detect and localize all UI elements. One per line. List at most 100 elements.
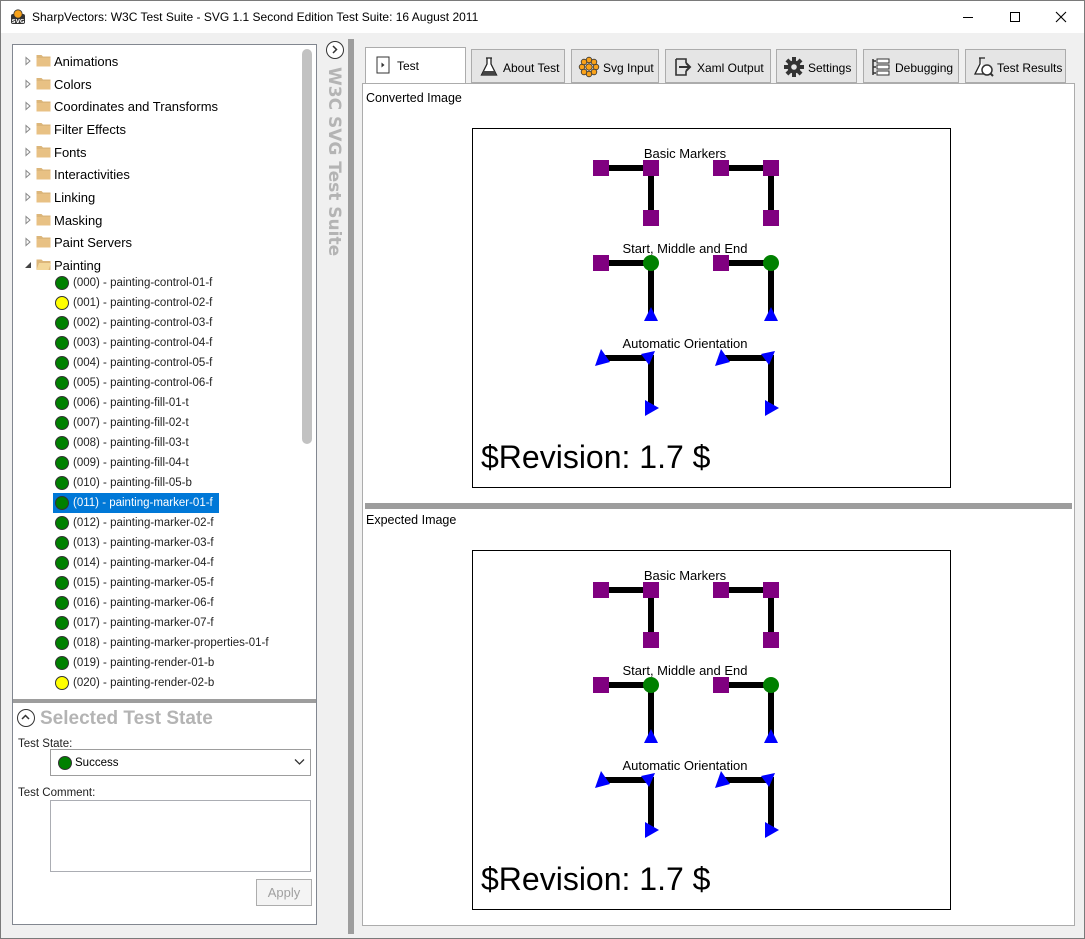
- tree-test-item[interactable]: (012) - painting-marker-02-f: [53, 513, 220, 533]
- status-green-icon: [55, 576, 69, 590]
- collapsed-arrow-icon[interactable]: [23, 146, 33, 157]
- collapsed-arrow-icon[interactable]: [23, 192, 33, 202]
- tree-test-item[interactable]: (016) - painting-marker-06-f: [53, 593, 220, 613]
- status-green-icon: [55, 316, 69, 330]
- apply-button[interactable]: Apply: [256, 879, 312, 906]
- tree-folder[interactable]: Filter Effects: [13, 118, 299, 140]
- collapse-state-button[interactable]: [17, 709, 35, 727]
- marker-path: [601, 777, 654, 830]
- tree-test-item[interactable]: (018) - painting-marker-properties-01-f: [53, 633, 275, 653]
- tree-test-label: (005) - painting-control-06-f: [73, 377, 213, 389]
- main-splitter[interactable]: [348, 39, 354, 934]
- tab-svg-input[interactable]: Svg Input: [571, 49, 659, 83]
- svg-logo-icon: [578, 56, 600, 78]
- close-button[interactable]: [1038, 1, 1084, 33]
- tree-folder[interactable]: Animations: [13, 50, 299, 72]
- tree-scrollbar[interactable]: [300, 45, 316, 696]
- marker-square: [593, 160, 609, 176]
- tree-scrollbar-thumb[interactable]: [302, 49, 312, 444]
- status-green-icon: [55, 556, 69, 570]
- tree-test-item[interactable]: (007) - painting-fill-02-t: [53, 413, 195, 433]
- tab-label: Test: [397, 59, 420, 73]
- collapsed-arrow-icon[interactable]: [23, 214, 33, 225]
- tree-test-item[interactable]: (003) - painting-control-04-f: [53, 333, 218, 353]
- marker-square: [713, 582, 729, 598]
- tab-debugging[interactable]: Debugging: [863, 49, 959, 83]
- collapsed-arrow-icon[interactable]: [23, 56, 33, 66]
- tree-test-item[interactable]: (017) - painting-marker-07-f: [53, 613, 220, 633]
- image-splitter[interactable]: [365, 503, 1072, 509]
- tree-test-item[interactable]: (010) - painting-fill-05-b: [53, 473, 198, 493]
- collapsed-arrow-icon[interactable]: [23, 124, 33, 134]
- row-label: Basic Markers: [644, 146, 727, 161]
- tree-test-label: (002) - painting-control-03-f: [73, 317, 213, 329]
- tree-folder-label: Animations: [54, 54, 119, 69]
- tree-test-label: (003) - painting-control-04-f: [73, 337, 213, 349]
- expanded-arrow-icon[interactable]: [23, 260, 33, 270]
- tree-folder[interactable]: Paint Servers: [13, 231, 299, 253]
- svg-text:SVG: SVG: [12, 19, 25, 25]
- tab-label: Test Results: [997, 61, 1063, 75]
- tab-test[interactable]: Test: [365, 47, 466, 84]
- test-comment-field[interactable]: [50, 800, 311, 872]
- tab-label: Xaml Output: [697, 61, 764, 75]
- tree-test-item[interactable]: (020) - painting-render-02-b: [53, 673, 220, 693]
- tree-test-item-selected[interactable]: (011) - painting-marker-01-f: [53, 493, 219, 513]
- tree-test-item[interactable]: (002) - painting-control-03-f: [53, 313, 218, 333]
- test-state-select[interactable]: Success: [50, 749, 311, 776]
- tree-test-item[interactable]: (019) - painting-render-01-b: [53, 653, 220, 673]
- selected-test-state-panel: Selected Test State Test State: Success …: [13, 703, 316, 924]
- revision-text: $Revision: 1.7 $: [481, 861, 711, 897]
- tree-test-item[interactable]: (004) - painting-control-05-f: [53, 353, 218, 373]
- tree-test-item[interactable]: (001) - painting-control-02-f: [53, 293, 218, 313]
- tree-test-item[interactable]: (013) - painting-marker-03-f: [53, 533, 220, 553]
- tree-test-item[interactable]: (015) - painting-marker-05-f: [53, 573, 220, 593]
- toggle-panel-button[interactable]: [326, 41, 344, 59]
- tab-about-test[interactable]: About Test: [471, 49, 565, 83]
- collapsed-arrow-icon[interactable]: [23, 237, 33, 247]
- marker-square: [643, 210, 659, 226]
- tree-folder[interactable]: Masking: [13, 209, 299, 231]
- status-green-icon: [55, 356, 69, 370]
- folder-icon: [36, 122, 51, 135]
- tree-test-label: (016) - painting-marker-06-f: [73, 597, 214, 609]
- tree-folder[interactable]: Coordinates and Transforms: [13, 95, 299, 117]
- tree-test-item[interactable]: (000) - painting-control-01-f: [53, 273, 218, 293]
- status-yellow-icon: [55, 676, 69, 690]
- tree-test-label: (004) - painting-control-05-f: [73, 357, 213, 369]
- tab-xaml-output[interactable]: Xaml Output: [665, 49, 771, 83]
- maximize-button[interactable]: [992, 1, 1038, 33]
- status-green-icon: [55, 436, 69, 450]
- tab-test-results[interactable]: Test Results: [965, 49, 1066, 83]
- marker-square: [643, 160, 659, 176]
- tree-folder[interactable]: Fonts: [13, 141, 299, 163]
- row-label: Start, Middle and End: [622, 663, 747, 678]
- folder-icon: [36, 100, 51, 112]
- marker-square: [593, 677, 609, 693]
- tree-test-item[interactable]: (006) - painting-fill-01-t: [53, 393, 195, 413]
- status-green-icon: [55, 496, 69, 510]
- tree-folder[interactable]: Colors: [13, 73, 299, 95]
- status-green-icon: [55, 616, 69, 630]
- tree-test-item[interactable]: (005) - painting-control-06-f: [53, 373, 218, 393]
- gear-icon: [784, 57, 804, 77]
- tab-settings[interactable]: Settings: [776, 49, 857, 83]
- collapsed-arrow-icon[interactable]: [23, 169, 33, 179]
- marker-circle: [643, 677, 659, 693]
- tab-bar: Test About Test Svg Input Xaml Output Settin…: [363, 47, 1075, 84]
- folder-icon: [36, 77, 51, 90]
- minimize-button[interactable]: [945, 1, 991, 33]
- tree-test-item[interactable]: (014) - painting-marker-04-f: [53, 553, 220, 573]
- tree-test-label: (012) - painting-marker-02-f: [73, 517, 214, 529]
- marker-square: [713, 677, 729, 693]
- collapsed-arrow-icon[interactable]: [23, 101, 33, 111]
- tree-folder[interactable]: Linking: [13, 186, 299, 208]
- tree-folder-label: Masking: [54, 212, 103, 228]
- tree-test-item[interactable]: (009) - painting-fill-04-t: [53, 453, 195, 473]
- tree-folder[interactable]: Interactivities: [13, 163, 299, 185]
- marker-square: [643, 632, 659, 648]
- collapsed-arrow-icon[interactable]: [23, 79, 33, 89]
- tree-test-item[interactable]: (008) - painting-fill-03-t: [53, 433, 195, 453]
- tree-folder-label: Colors: [54, 76, 92, 92]
- test-tree[interactable]: Animations Colors Coordinates and Transfor…: [13, 45, 299, 696]
